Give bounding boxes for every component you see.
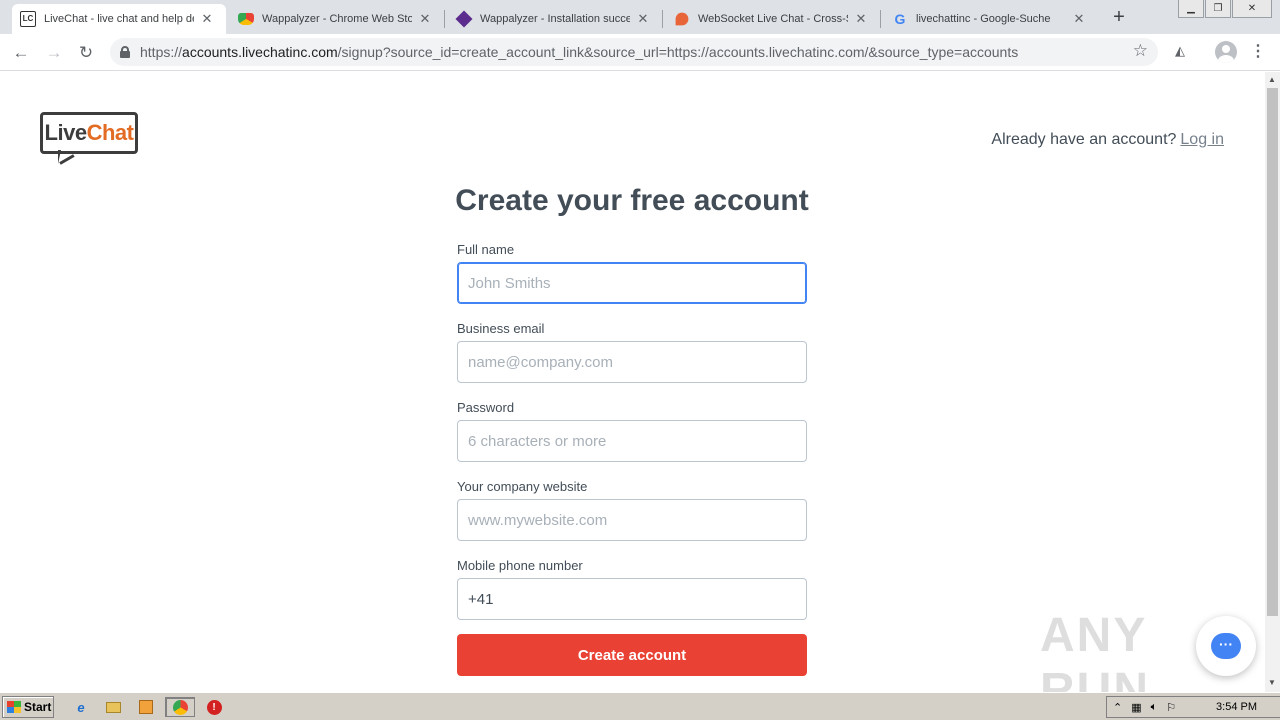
logo-box: Live Chat: [40, 112, 138, 154]
page-content: Live Chat Already have an account? Log in …: [0, 72, 1265, 692]
company-website-input[interactable]: [457, 499, 807, 541]
new-tab-button[interactable]: +: [1108, 6, 1130, 29]
back-arrow-icon[interactable]: ←: [10, 42, 32, 64]
chat-widget-button[interactable]: ···: [1196, 616, 1256, 676]
page-title: Create your free account: [455, 184, 809, 217]
business-email-input[interactable]: [457, 341, 807, 383]
bookmark-star-icon[interactable]: ☆: [1133, 41, 1148, 61]
windows-flag-icon: [7, 701, 21, 713]
password-field: Password: [457, 400, 807, 462]
tab-websocket[interactable]: WebSocket Live Chat - Cross-Site ✕: [666, 4, 880, 34]
company-website-label: Your company website: [457, 479, 588, 494]
reload-icon[interactable]: ↻: [75, 42, 97, 64]
logo-tail: [59, 154, 75, 165]
chrome-taskbar-icon[interactable]: [165, 697, 195, 717]
tab-title: WebSocket Live Chat - Cross-Site: [698, 13, 848, 25]
tab-separator: [880, 10, 881, 28]
action-center-flag-icon[interactable]: ⚐: [1166, 701, 1176, 714]
wappalyzer-icon: [455, 10, 473, 28]
chat-icon: ···: [1211, 633, 1241, 659]
tab-title: LiveChat - live chat and help desk: [44, 13, 194, 25]
livechat-favicon-icon: LC: [20, 11, 36, 27]
restore-icon[interactable]: ❐: [1205, 0, 1231, 18]
mobile-phone-input[interactable]: [457, 578, 807, 620]
tab-title: livechattinc - Google-Suche: [916, 13, 1051, 25]
close-tab-icon[interactable]: ✕: [418, 11, 432, 27]
media-player-icon[interactable]: [135, 697, 157, 717]
mobile-phone-label: Mobile phone number: [457, 558, 583, 573]
network-icon[interactable]: ▦: [1131, 701, 1141, 714]
extension-icon[interactable]: ◭: [1175, 43, 1185, 59]
login-link[interactable]: Log in: [1180, 131, 1224, 148]
login-prompt: Already have an account? Log in: [991, 131, 1224, 148]
tab-title: Wappalyzer - Chrome Web Store: [262, 13, 412, 25]
volume-icon[interactable]: 🔈︎: [1151, 701, 1158, 714]
full-name-label: Full name: [457, 242, 515, 257]
page-scrollbar[interactable]: ▲ ▼: [1265, 72, 1280, 692]
business-email-label: Business email: [457, 321, 545, 336]
clock: 3:54 PM: [1216, 701, 1257, 713]
tray-expand-icon[interactable]: ⌃: [1113, 701, 1122, 714]
full-name-input[interactable]: [457, 262, 807, 304]
system-tray: ⌃ ▦ 🔈︎ ⚐ 3:54 PM: [1106, 696, 1280, 718]
tab-title: Wappalyzer - Installation successful: [480, 13, 630, 25]
profile-avatar[interactable]: [1215, 41, 1237, 63]
scroll-thumb[interactable]: [1267, 88, 1278, 616]
menu-kebab-icon[interactable]: ⋮: [1250, 42, 1266, 62]
url-text: https://accounts.livechatinc.com/signup?…: [140, 44, 1019, 60]
google-icon: G: [894, 11, 906, 27]
livechat-logo[interactable]: Live Chat: [40, 112, 138, 166]
websocket-icon: [675, 12, 689, 26]
tab-strip: LC LiveChat - live chat and help desk ✕ …: [0, 0, 1280, 34]
business-email-field: Business email: [457, 321, 807, 383]
browser-toolbar: ← → ↻ https://accounts.livechatinc.com/s…: [0, 34, 1280, 71]
close-window-icon[interactable]: ✕: [1232, 0, 1272, 18]
window-controls: ▁ ❐ ✕: [1177, 0, 1272, 18]
forward-arrow-icon[interactable]: →: [43, 42, 65, 64]
file-explorer-icon[interactable]: [102, 697, 124, 717]
password-input[interactable]: [457, 420, 807, 462]
tab-separator: [444, 10, 445, 28]
chrome-webstore-icon: [238, 13, 254, 25]
company-website-field: Your company website: [457, 479, 807, 541]
password-label: Password: [457, 400, 515, 415]
close-tab-icon[interactable]: ✕: [854, 11, 868, 27]
scroll-down-icon[interactable]: ▼: [1268, 678, 1276, 687]
address-bar[interactable]: https://accounts.livechatinc.com/signup?…: [110, 38, 1158, 66]
tab-google-search[interactable]: G livechattinc - Google-Suche ✕: [884, 4, 1098, 34]
lock-icon: [120, 46, 130, 58]
create-account-button[interactable]: Create account: [457, 634, 807, 676]
close-tab-icon[interactable]: ✕: [200, 11, 214, 27]
scroll-up-icon[interactable]: ▲: [1268, 75, 1276, 84]
minimize-icon[interactable]: ▁: [1178, 0, 1204, 18]
tab-livechat[interactable]: LC LiveChat - live chat and help desk ✕: [12, 4, 226, 34]
internet-explorer-icon[interactable]: e: [70, 697, 92, 717]
tab-separator: [662, 10, 663, 28]
antivirus-icon[interactable]: !: [203, 697, 225, 717]
close-tab-icon[interactable]: ✕: [636, 11, 650, 27]
full-name-field: Full name: [457, 242, 807, 304]
windows-taskbar: Start e ! ⌃ ▦ 🔈︎ ⚐ 3:54 PM: [0, 692, 1280, 720]
tab-wappalyzer-store[interactable]: Wappalyzer - Chrome Web Store ✕: [230, 4, 444, 34]
tab-wappalyzer-install[interactable]: Wappalyzer - Installation successful ✕: [448, 4, 662, 34]
close-tab-icon[interactable]: ✕: [1072, 11, 1086, 27]
start-button[interactable]: Start: [2, 696, 54, 718]
mobile-phone-field: Mobile phone number: [457, 558, 807, 620]
